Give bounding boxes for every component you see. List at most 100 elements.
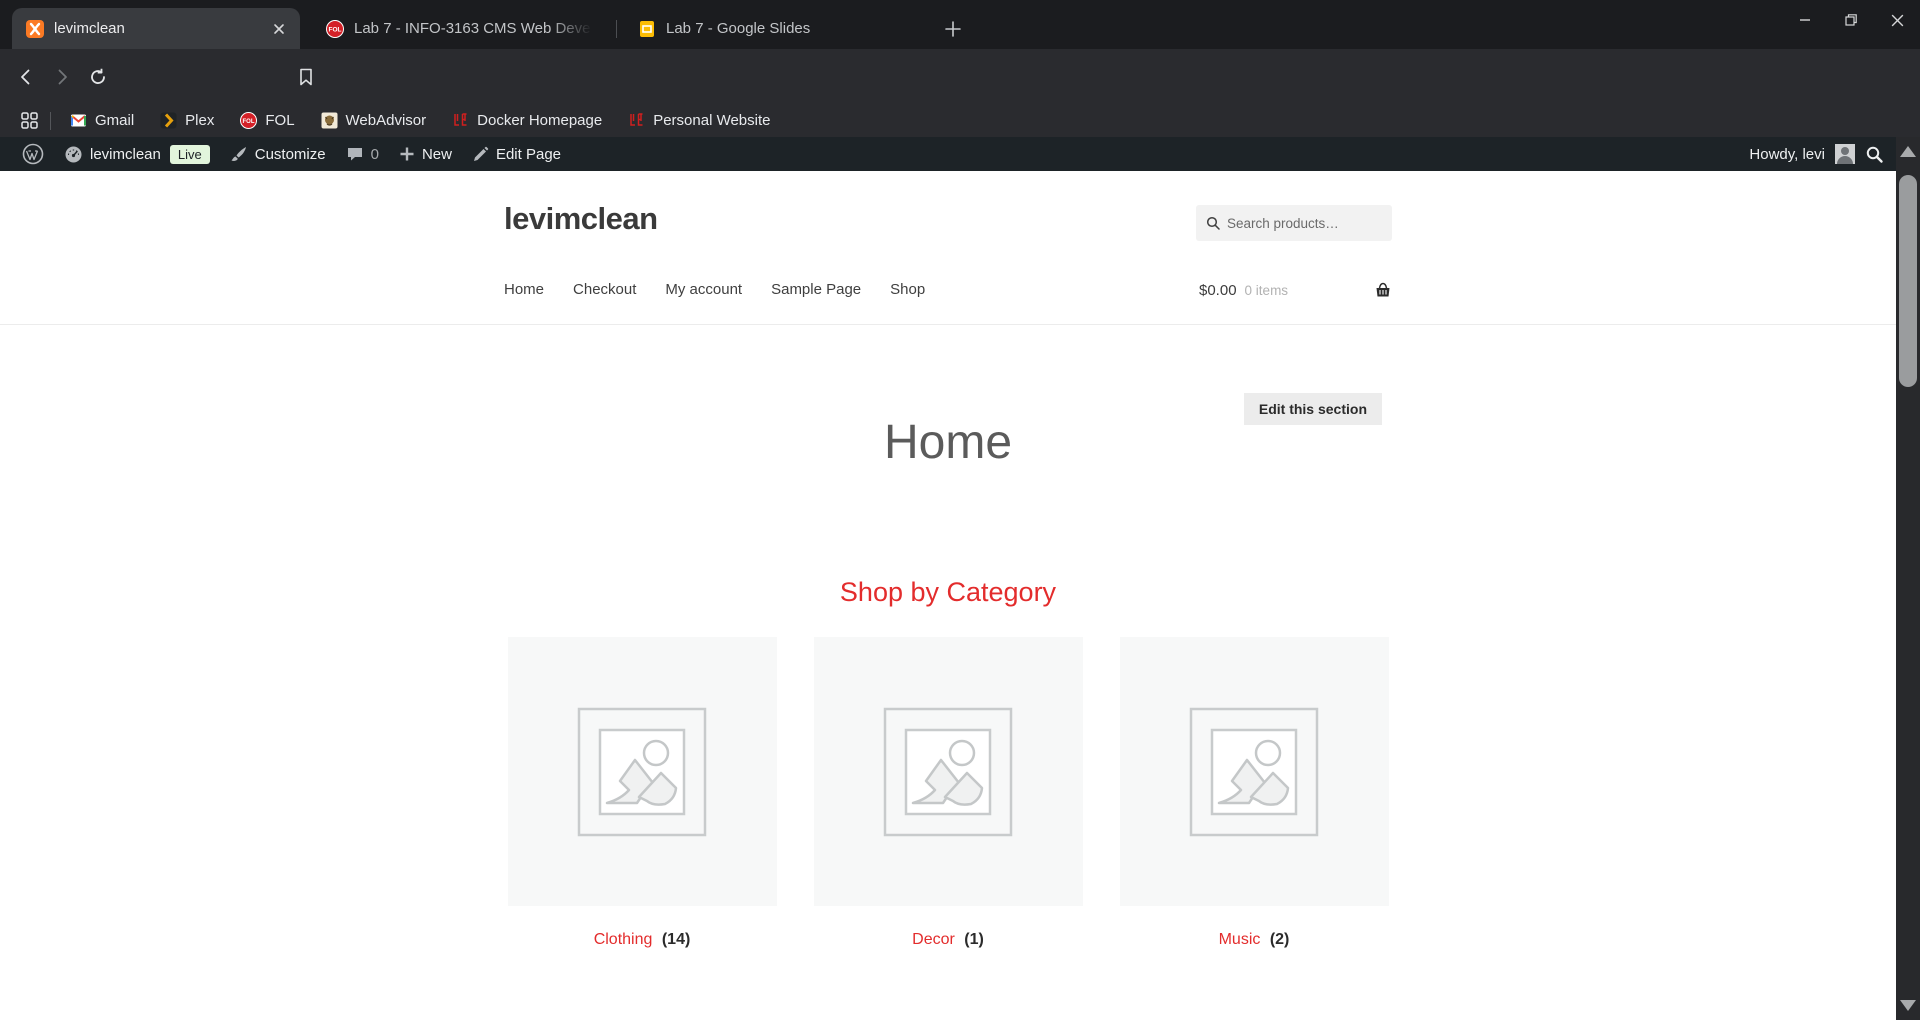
bookmark-icon <box>297 67 315 87</box>
live-status-badge: Live <box>170 145 210 164</box>
edit-page-menu[interactable]: Edit Page <box>462 137 571 171</box>
tab-title: levimclean <box>54 20 262 37</box>
customize-menu[interactable]: Customize <box>220 137 336 171</box>
new-tab-button[interactable] <box>938 15 968 43</box>
close-tab-icon[interactable] <box>272 22 286 36</box>
new-content-menu[interactable]: New <box>389 137 462 171</box>
bookmark-gmail[interactable]: Gmail <box>57 112 147 129</box>
adminbar-search-icon[interactable] <box>1865 145 1884 164</box>
basket-icon <box>1374 281 1392 299</box>
cart-item-count: 0 items <box>1245 283 1289 298</box>
levi-logo-icon <box>452 112 469 129</box>
scrollbar-thumb[interactable] <box>1899 175 1917 387</box>
webadvisor-icon <box>321 112 338 129</box>
comment-count: 0 <box>371 146 379 163</box>
user-avatar[interactable] <box>1835 144 1855 164</box>
vertical-scrollbar[interactable] <box>1896 137 1920 1020</box>
bookmark-fol[interactable]: FOL FOL <box>227 112 307 129</box>
tab-google-slides[interactable]: Lab 7 - Google Slides <box>624 8 904 49</box>
category-thumbnail[interactable] <box>814 637 1083 906</box>
minimize-button[interactable] <box>1782 0 1828 40</box>
cart-total: $0.00 <box>1199 282 1237 299</box>
search-products-input[interactable] <box>1227 216 1377 231</box>
header-divider <box>0 324 1896 325</box>
bookmark-apps-button[interactable] <box>14 103 44 139</box>
edit-page-label: Edit Page <box>496 146 561 163</box>
reload-button[interactable] <box>80 59 116 95</box>
scroll-up-arrow[interactable] <box>1900 146 1916 157</box>
bookmark-label: FOL <box>265 112 294 129</box>
plus-icon <box>944 20 962 38</box>
bookmarks-separator <box>50 112 51 130</box>
gmail-icon <box>70 112 87 129</box>
customize-label: Customize <box>255 146 326 163</box>
new-label: New <box>422 146 452 163</box>
image-placeholder-icon <box>883 707 1013 837</box>
bookmark-this-tab-button[interactable] <box>288 59 324 95</box>
page-title: Home <box>504 415 1392 470</box>
bookmark-label: WebAdvisor <box>346 112 427 129</box>
bookmark-label: Docker Homepage <box>477 112 602 129</box>
site-logo[interactable]: levimclean <box>504 201 658 237</box>
back-button[interactable] <box>8 59 44 95</box>
search-icon <box>1206 216 1220 230</box>
category-count: (1) <box>964 931 984 948</box>
bookmark-plex[interactable]: Plex <box>147 112 227 129</box>
forward-button[interactable] <box>44 59 80 95</box>
nav-item-my-account[interactable]: My account <box>665 281 742 298</box>
nav-item-home[interactable]: Home <box>504 281 544 298</box>
bookmarks-bar: Gmail Plex FOL FOL WebAdvisor <box>0 104 1920 137</box>
forward-icon <box>52 67 72 87</box>
minimize-icon <box>1798 13 1812 27</box>
wordpress-logo-icon <box>22 143 44 165</box>
primary-navigation: Home Checkout My account Sample Page Sho… <box>504 281 925 298</box>
google-slides-favicon <box>638 20 656 38</box>
category-music[interactable]: Music (2) <box>1120 637 1389 949</box>
tab-separator <box>616 20 617 38</box>
category-count: (14) <box>662 931 690 948</box>
category-clothing[interactable]: Clothing (14) <box>508 637 777 949</box>
comments-menu[interactable]: 0 <box>336 137 389 171</box>
wp-logo-menu[interactable] <box>12 137 54 171</box>
close-window-button[interactable] <box>1874 0 1920 40</box>
tab-title: Lab 7 - INFO-3163 CMS Web Develop <box>354 20 592 37</box>
bookmark-label: Plex <box>185 112 214 129</box>
svg-text:FOL: FOL <box>329 26 342 33</box>
bookmark-webadvisor[interactable]: WebAdvisor <box>308 112 440 129</box>
category-thumbnail[interactable] <box>508 637 777 906</box>
tab-strip: levimclean FOL Lab 7 - INFO-3163 CMS Web… <box>0 0 1920 49</box>
howdy-label[interactable]: Howdy, levi <box>1749 146 1825 163</box>
image-placeholder-icon <box>1189 707 1319 837</box>
bookmark-docker-homepage[interactable]: Docker Homepage <box>439 112 615 129</box>
category-decor[interactable]: Decor (1) <box>814 637 1083 949</box>
nav-item-shop[interactable]: Shop <box>890 281 925 298</box>
plus-icon <box>399 146 415 162</box>
nav-item-checkout[interactable]: Checkout <box>573 281 636 298</box>
adminbar-right: Howdy, levi <box>1749 144 1884 164</box>
category-count: (2) <box>1270 931 1290 948</box>
image-placeholder-icon <box>577 707 707 837</box>
page-content: levimclean Home Checkout My account Samp… <box>0 171 1896 1020</box>
category-grid: Clothing (14) <box>504 637 1392 949</box>
section-title: Shop by Category <box>504 577 1392 608</box>
category-thumbnail[interactable] <box>1120 637 1389 906</box>
tab-levimclean[interactable]: levimclean <box>12 8 300 49</box>
paintbrush-icon <box>230 145 248 163</box>
levi-logo-icon <box>628 112 645 129</box>
category-name[interactable]: Clothing <box>594 931 653 948</box>
tab-fol-lab7[interactable]: FOL Lab 7 - INFO-3163 CMS Web Develop <box>312 8 606 49</box>
site-name-menu[interactable]: levimclean Live <box>54 137 220 171</box>
nav-item-sample-page[interactable]: Sample Page <box>771 281 861 298</box>
category-name[interactable]: Decor <box>912 931 955 948</box>
restore-icon <box>1844 13 1858 27</box>
category-name[interactable]: Music <box>1219 931 1261 948</box>
apps-grid-icon <box>20 111 39 130</box>
comment-bubble-icon <box>346 145 364 163</box>
scroll-down-arrow[interactable] <box>1900 1000 1916 1011</box>
site-name-label: levimclean <box>90 146 161 163</box>
restore-button[interactable] <box>1828 0 1874 40</box>
plex-icon <box>160 112 177 129</box>
bookmark-personal-website[interactable]: Personal Website <box>615 112 783 129</box>
cart-widget[interactable]: $0.00 0 items <box>1199 281 1392 299</box>
product-search-box[interactable] <box>1196 205 1392 241</box>
